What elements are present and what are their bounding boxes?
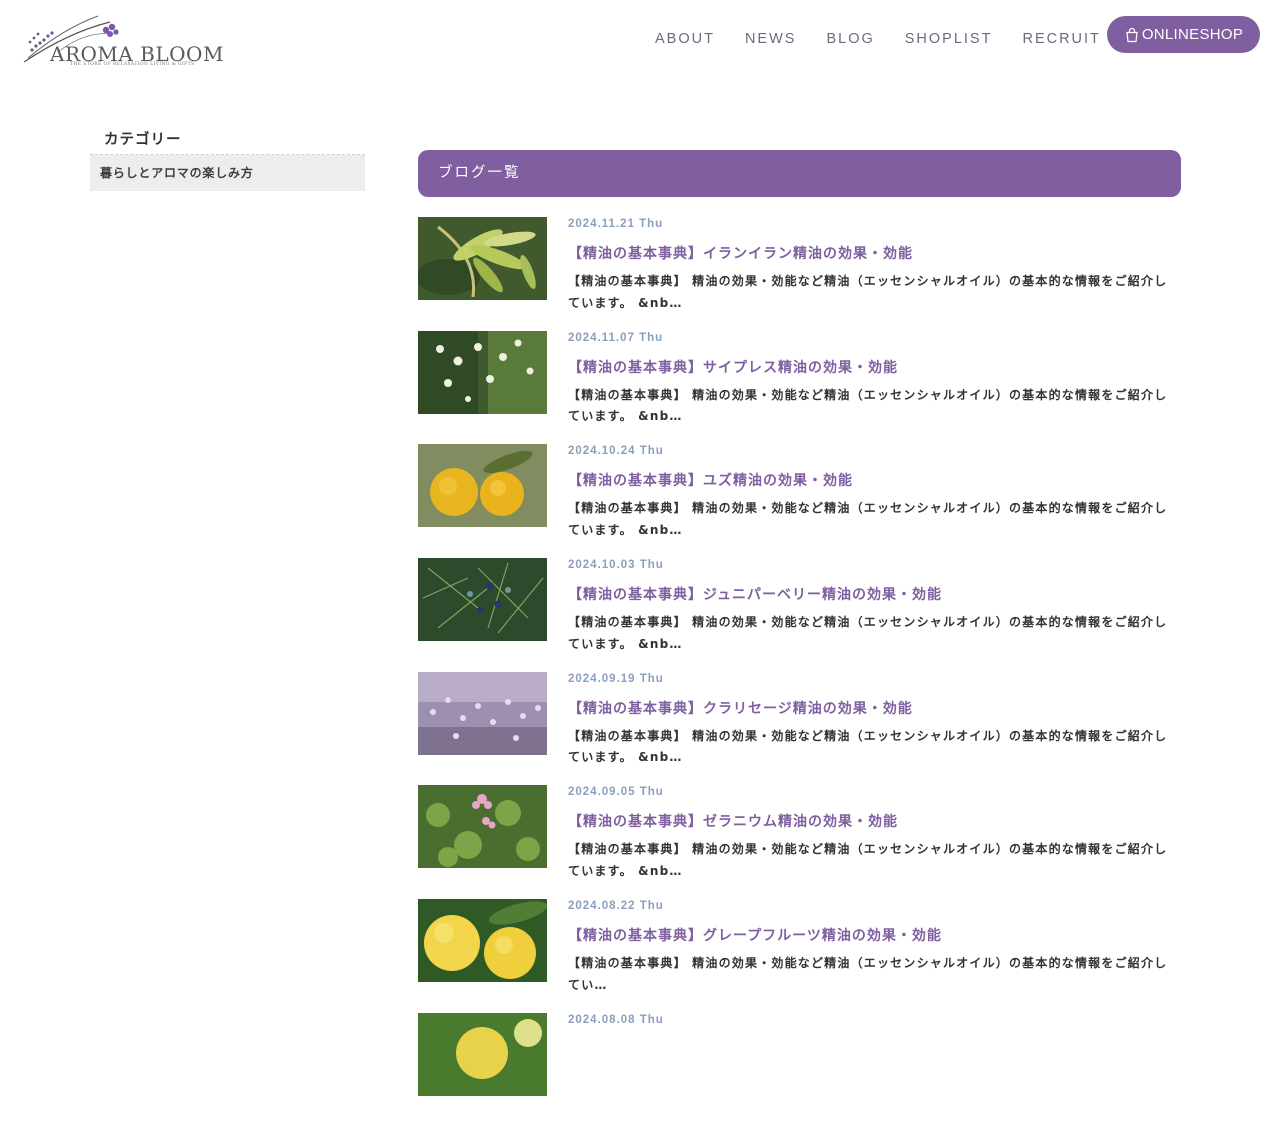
post-date: 2024.09.05 Thu [568, 786, 664, 799]
post-thumbnail[interactable] [418, 899, 547, 983]
blog-post[interactable]: 2024.09.05 Thu 【精油の基本事典】ゼラニウム精油の効果・効能 【精… [418, 785, 1181, 899]
ylang-ylang-image [418, 217, 547, 300]
nav-news[interactable]: NEWS [745, 31, 797, 47]
post-thumbnail[interactable] [418, 785, 547, 869]
blog-post[interactable]: 2024.11.07 Thu 【精油の基本事典】サイプレス精油の効果・効能 【精… [418, 330, 1181, 445]
cypress-image [418, 330, 547, 414]
post-thumbnail[interactable] [418, 217, 547, 300]
post-title[interactable]: 【精油の基本事典】グレープフルーツ精油の効果・効能 [568, 925, 942, 945]
post-title[interactable]: 【精油の基本事典】イランイラン精油の効果・効能 [568, 243, 913, 263]
post-excerpt: 【精油の基本事典】 精油の効果・効能など精油（エッセンシャルオイル）の基本的な情… [568, 274, 1168, 310]
onlineshop-label: ONLINESHOP [1141, 26, 1244, 43]
post-excerpt: 【精油の基本事典】 精油の効果・効能など精油（エッセンシャルオイル）の基本的な情… [568, 728, 1168, 765]
category-list: 暮らしとアロマの楽しみ方 [90, 154, 365, 191]
yuzu-image [418, 444, 547, 528]
post-thumbnail[interactable] [418, 444, 547, 528]
post-title[interactable]: 【精油の基本事典】ユズ精油の効果・効能 [568, 470, 853, 490]
post-date: 2024.11.21 Thu [568, 218, 664, 230]
post-date: 2024.10.03 Thu [568, 559, 664, 572]
blog-post[interactable]: 2024.09.19 Thu 【精油の基本事典】クラリセージ精油の効果・効能 【… [418, 671, 1181, 786]
post-thumbnail[interactable] [418, 330, 547, 414]
post-date: 2024.09.19 Thu [568, 672, 664, 685]
logo-tagline: THE STORE OF RELAXATION LIVING & GIFTS [70, 62, 195, 67]
post-title[interactable]: 【精油の基本事典】サイプレス精油の効果・効能 [568, 357, 898, 377]
blog-post[interactable]: 2024.08.22 Thu 【精油の基本事典】グレープフルーツ精油の効果・効能… [418, 899, 1181, 1013]
post-thumbnail[interactable] [418, 558, 547, 642]
juniper-image [418, 558, 547, 642]
blog-list-heading: ブログ一覧 [418, 150, 1181, 197]
blog-post[interactable]: 2024.10.03 Thu 【精油の基本事典】ジュニパーベリー精油の効果・効能… [418, 558, 1181, 672]
post-excerpt: 【精油の基本事典】 精油の効果・効能など精油（エッセンシャルオイル）の基本的な情… [568, 387, 1168, 424]
post-date: 2024.08.08 Thu [568, 1013, 664, 1026]
post-excerpt: 【精油の基本事典】 精油の効果・効能など精油（エッセンシャルオイル）の基本的な情… [568, 842, 1168, 878]
post-excerpt: 【精油の基本事典】 精油の効果・効能など精油（エッセンシャルオイル）の基本的な情… [568, 956, 1168, 992]
post-excerpt: 【精油の基本事典】 精油の効果・効能など精油（エッセンシャルオイル）の基本的な情… [568, 615, 1168, 651]
nav-recruit[interactable]: RECRUIT [1022, 31, 1100, 47]
post-date: 2024.08.22 Thu [568, 900, 664, 913]
blog-post[interactable]: 2024.10.24 Thu 【精油の基本事典】ユズ精油の効果・効能 【精油の基… [418, 444, 1181, 558]
category-item[interactable]: 暮らしとアロマの楽しみ方 [90, 155, 365, 191]
post-thumbnail[interactable] [418, 671, 547, 755]
nav-blog[interactable]: BLOG [826, 31, 874, 47]
post-title[interactable]: 【精油の基本事典】ジュニパーベリー精油の効果・効能 [568, 584, 942, 604]
post-date: 2024.10.24 Thu [568, 445, 664, 458]
logo[interactable]: AROMA BLOOM THE STORE OF RELAXATION LIVI… [18, 12, 223, 70]
post-title[interactable]: 【精油の基本事典】ゼラニウム精油の効果・効能 [568, 811, 898, 831]
post-date: 2024.11.07 Thu [568, 331, 664, 344]
post-excerpt: 【精油の基本事典】 精油の効果・効能など精油（エッセンシャルオイル）の基本的な情… [568, 501, 1168, 537]
citrus-image [418, 1012, 547, 1096]
post-thumbnail[interactable] [418, 1012, 547, 1096]
nav-shoplist[interactable]: SHOPLIST [905, 31, 993, 47]
clary-sage-image [418, 671, 547, 755]
main-nav: ABOUT NEWS BLOG SHOPLIST RECRUIT [655, 31, 1131, 47]
grapefruit-image [418, 899, 547, 983]
category-heading: カテゴリー [104, 132, 182, 148]
blog-post[interactable]: 2024.08.08 Thu [418, 1012, 1181, 1127]
shopping-bag-icon [1126, 27, 1138, 42]
blog-post-list: 2024.11.21 Thu 【精油の基本事典】イランイラン精油の効果・効能 【… [418, 217, 1181, 1127]
onlineshop-button[interactable]: ONLINESHOP [1107, 16, 1260, 53]
post-title[interactable]: 【精油の基本事典】クラリセージ精油の効果・効能 [568, 698, 913, 718]
blog-post[interactable]: 2024.11.21 Thu 【精油の基本事典】イランイラン精油の効果・効能 【… [418, 217, 1181, 331]
nav-about[interactable]: ABOUT [655, 31, 715, 47]
geranium-image [418, 785, 547, 869]
